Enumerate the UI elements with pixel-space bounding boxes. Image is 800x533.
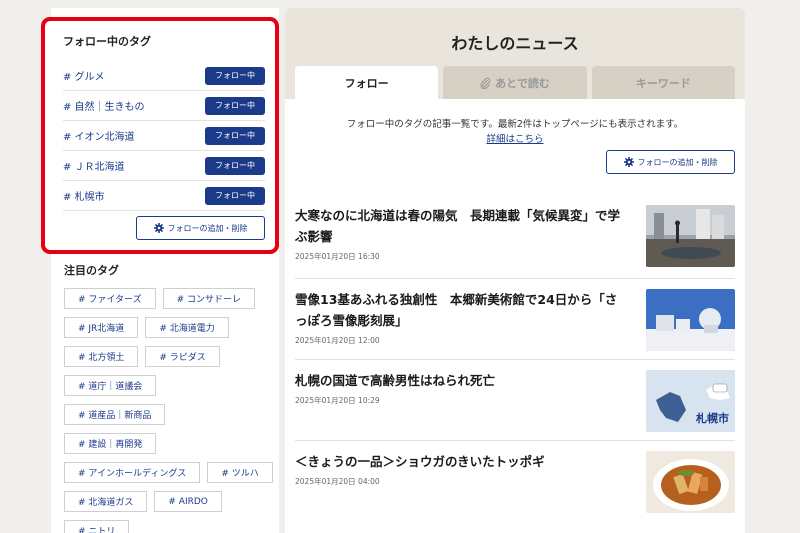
tab-follow-label: フォロー (344, 76, 389, 90)
notice-message: フォロー中のタグの記事一覧です。最新2件はトップページにも表示されます。 (346, 119, 684, 130)
popular-tag[interactable]: # 北方領土 (64, 346, 139, 367)
article-list: 大寒なのに北海道は春の陽気 長期連載「気候異変」で学ぶ影響 2025年01月20… (295, 198, 735, 522)
popular-tag[interactable]: # ファイターズ (64, 288, 156, 309)
paperclip-icon (480, 77, 491, 89)
popular-tag[interactable]: # 建設｜再開発 (64, 433, 157, 454)
tag-link-sapporo[interactable]: # 札幌市 (63, 188, 105, 203)
tab-content: フォロー中のタグの記事一覧です。最新2件はトップページにも表示されます。 詳細は… (285, 99, 745, 533)
tab-read-later-label: あとで読む (495, 76, 550, 90)
tag-link-gourmet[interactable]: # グルメ (63, 68, 105, 83)
popular-tag[interactable]: # ラピダス (145, 346, 220, 367)
article-date: 2025年01月20日 16:30 (295, 252, 380, 261)
popular-tag[interactable]: # AIRDO (154, 491, 222, 512)
article-text: 札幌の国道で高齢男性はねられ死亡 2025年01月20日 10:29 (295, 370, 625, 440)
article-title[interactable]: 雪像13基あふれる独創性 本郷新美術館で24日から「さっぽろ雪像彫刻展」 (295, 289, 625, 331)
followed-tag-row: # 札幌市 フォロー中 (63, 181, 265, 211)
article-title[interactable]: 大寒なのに北海道は春の陽気 長期連載「気候異変」で学ぶ影響 (295, 205, 625, 247)
article-date: 2025年01月20日 04:00 (295, 477, 380, 486)
followed-tag-row: # ＪＲ北海道 フォロー中 (63, 151, 265, 181)
following-button[interactable]: フォロー中 (205, 186, 265, 205)
followed-tag-row: # 自然｜生きもの フォロー中 (63, 91, 265, 121)
popular-tags-title: 注目のタグ (64, 264, 119, 277)
article-thumbnail[interactable] (646, 205, 735, 267)
notice-text: フォロー中のタグの記事一覧です。最新2件はトップページにも表示されます。 詳細は… (285, 99, 745, 147)
popular-tags-list: # ファイターズ # コンサドーレ # JR北海道 # 北海道電力 # 北方領土… (64, 288, 274, 533)
article-title[interactable]: ＜きょうの一品＞ショウガのきいたトッポギ (295, 451, 625, 472)
manage-follows-label: フォローの追加・削除 (167, 223, 248, 233)
followed-tags-panel: フォロー中のタグ # グルメ フォロー中 # 自然｜生きもの フォロー中 # イ… (41, 17, 279, 254)
page-title: わたしのニュース (451, 34, 579, 53)
tab-read-later[interactable]: あとで読む (443, 66, 587, 99)
tag-link-jr[interactable]: # ＪＲ北海道 (63, 158, 125, 173)
popular-tag[interactable]: # アインホールディングス (64, 462, 201, 483)
popular-tag[interactable]: # 北海道電力 (145, 317, 229, 338)
article-text: 雪像13基あふれる独創性 本郷新美術館で24日から「さっぽろ雪像彫刻展」 202… (295, 289, 625, 359)
popular-tag[interactable]: # 道庁｜道議会 (64, 375, 157, 396)
following-button[interactable]: フォロー中 (205, 66, 265, 85)
article-title[interactable]: 札幌の国道で高齢男性はねられ死亡 (295, 370, 625, 391)
article-thumbnail[interactable] (646, 289, 735, 351)
article-text: 大寒なのに北海道は春の陽気 長期連載「気候異変」で学ぶ影響 2025年01月20… (295, 205, 625, 278)
tab-keyword-label: キーワード (635, 76, 691, 90)
manage-follows-button[interactable]: フォローの追加・削除 (606, 150, 735, 174)
article-item[interactable]: ＜きょうの一品＞ショウガのきいたトッポギ 2025年01月20日 04:00 (295, 441, 735, 522)
details-link[interactable]: 詳細はこちら (285, 132, 745, 147)
popular-tag[interactable]: # 北海道ガス (64, 491, 148, 512)
following-button[interactable]: フォロー中 (205, 126, 265, 145)
popular-tag[interactable]: # ツルハ (207, 462, 273, 483)
popular-tag[interactable]: # 道産品｜新商品 (64, 404, 166, 425)
tab-keyword[interactable]: キーワード (591, 66, 735, 99)
tag-link-aeon[interactable]: # イオン北海道 (63, 128, 135, 143)
followed-tag-row: # イオン北海道 フォロー中 (63, 121, 265, 151)
article-item[interactable]: 札幌の国道で高齢男性はねられ死亡 2025年01月20日 10:29 札幌市 (295, 360, 735, 441)
article-text: ＜きょうの一品＞ショウガのきいたトッポギ 2025年01月20日 04:00 (295, 451, 625, 522)
popular-tag[interactable]: # ニトリ (64, 520, 130, 533)
article-date: 2025年01月20日 12:00 (295, 336, 380, 345)
article-date: 2025年01月20日 10:29 (295, 396, 380, 405)
manage-follows-label: フォローの追加・削除 (637, 157, 718, 167)
manage-follows-button[interactable]: フォローの追加・削除 (136, 216, 265, 240)
article-item[interactable]: 雪像13基あふれる独創性 本郷新美術館で24日から「さっぽろ雪像彫刻展」 202… (295, 279, 735, 360)
gear-icon (153, 223, 164, 233)
popular-tag[interactable]: # JR北海道 (64, 317, 139, 338)
tab-bar: フォロー あとで読む キーワード (285, 66, 745, 99)
gear-icon (623, 157, 634, 167)
following-button[interactable]: フォロー中 (205, 96, 265, 115)
followed-tag-row: # グルメ フォロー中 (63, 61, 265, 91)
followed-tags-title: フォロー中のタグ (63, 35, 151, 48)
article-thumbnail[interactable] (646, 451, 735, 513)
article-thumbnail[interactable]: 札幌市 (646, 370, 735, 432)
article-item[interactable]: 大寒なのに北海道は春の陽気 長期連載「気候異変」で学ぶ影響 2025年01月20… (295, 198, 735, 279)
thumb-map-label: 札幌市 (696, 412, 729, 425)
tag-link-nature[interactable]: # 自然｜生きもの (63, 98, 145, 113)
my-news-panel: わたしのニュース フォロー あとで読む キーワード フォロー中のタグの記事一覧で… (285, 8, 745, 533)
popular-tags-section: 注目のタグ # ファイターズ # コンサドーレ # JR北海道 # 北海道電力 … (64, 262, 274, 533)
popular-tag[interactable]: # コンサドーレ (162, 288, 255, 309)
tab-follow[interactable]: フォロー (295, 66, 439, 99)
following-button[interactable]: フォロー中 (205, 156, 265, 175)
